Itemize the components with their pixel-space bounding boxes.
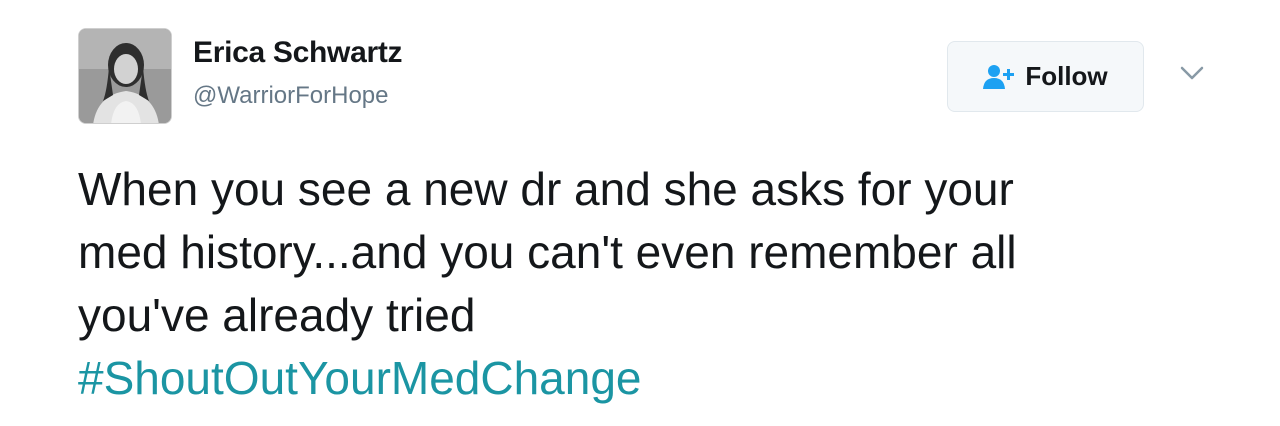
avatar[interactable] <box>78 28 172 124</box>
tweet-card: Erica Schwartz @WarriorForHope Follow Wh… <box>0 0 1280 426</box>
display-name[interactable]: Erica Schwartz <box>193 36 403 70</box>
tweet-text: When you see a new dr and she asks for y… <box>78 158 1228 410</box>
tweet-text-line: When you see a new dr and she asks for y… <box>78 163 1014 215</box>
add-user-icon <box>983 64 1015 90</box>
tweet-text-line: you've already tried <box>78 289 476 341</box>
user-handle[interactable]: @WarriorForHope <box>193 82 389 110</box>
tweet-text-line: med history...and you can't even remembe… <box>78 226 1017 278</box>
chevron-down-icon[interactable] <box>1178 62 1206 84</box>
profile-photo-icon <box>79 29 171 123</box>
hashtag-link[interactable]: #ShoutOutYourMedChange <box>78 347 1228 410</box>
follow-button-label: Follow <box>1025 61 1108 91</box>
follow-button[interactable]: Follow <box>947 41 1144 112</box>
